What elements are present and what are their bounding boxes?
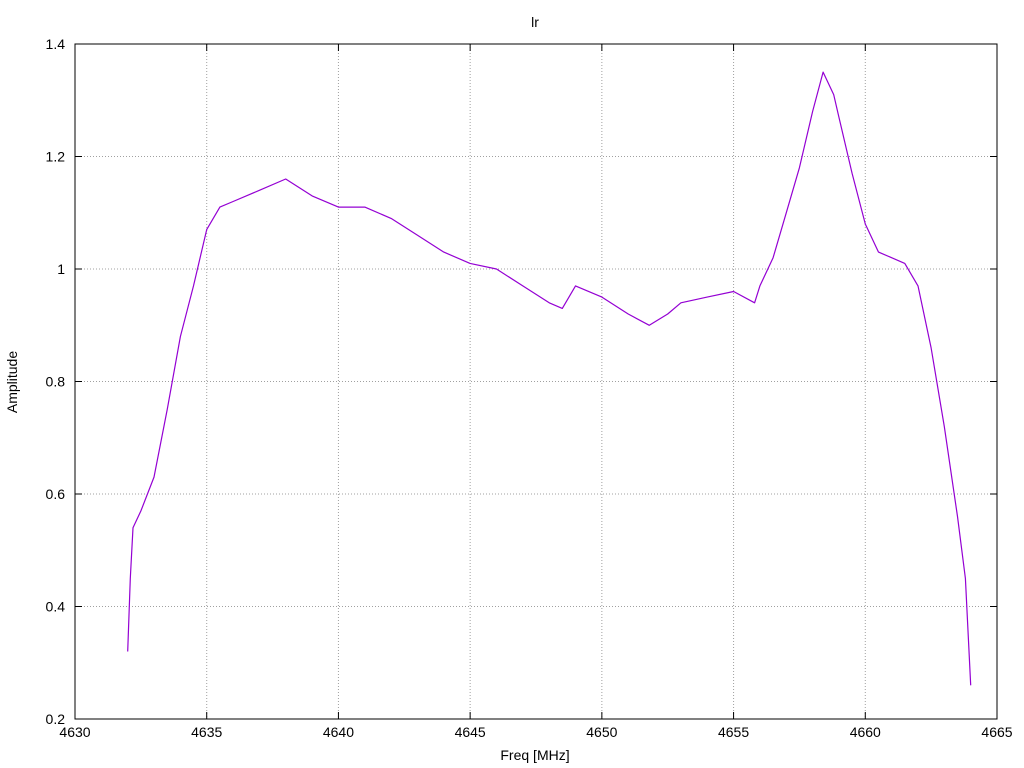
y-axis-label: Amplitude (4, 351, 20, 413)
x-tick-label: 4660 (850, 724, 881, 740)
series-line (127, 71, 972, 686)
tick-labels: 4630 4635 4640 4645 4650 4655 4660 46650.20.40.… (46, 36, 1013, 740)
chart-title: lr (531, 14, 539, 30)
x-tick-label: 4645 (455, 724, 486, 740)
x-tick-label: 4640 (323, 724, 354, 740)
y-tick-label: 0.6 (46, 486, 66, 502)
y-tick-label: 0.2 (46, 711, 66, 727)
x-axis-label: Freq [MHz] (500, 747, 569, 763)
x-tick-label: 4635 (191, 724, 222, 740)
amplitude-line-chart: lr Freq [MHz] Amplitude 4630 4635 4640 4645… (4, 14, 1013, 763)
grid-lines (75, 44, 997, 719)
plot-series (127, 71, 972, 686)
x-tick-label: 4655 (718, 724, 749, 740)
x-tick-label: 4665 (981, 724, 1012, 740)
y-tick-label: 1.2 (46, 149, 66, 165)
y-tick-label: 1.4 (46, 36, 66, 52)
x-tick-label: 4650 (586, 724, 617, 740)
y-tick-label: 0.8 (46, 374, 66, 390)
y-tick-label: 0.4 (46, 599, 66, 615)
y-tick-label: 1 (57, 261, 65, 277)
